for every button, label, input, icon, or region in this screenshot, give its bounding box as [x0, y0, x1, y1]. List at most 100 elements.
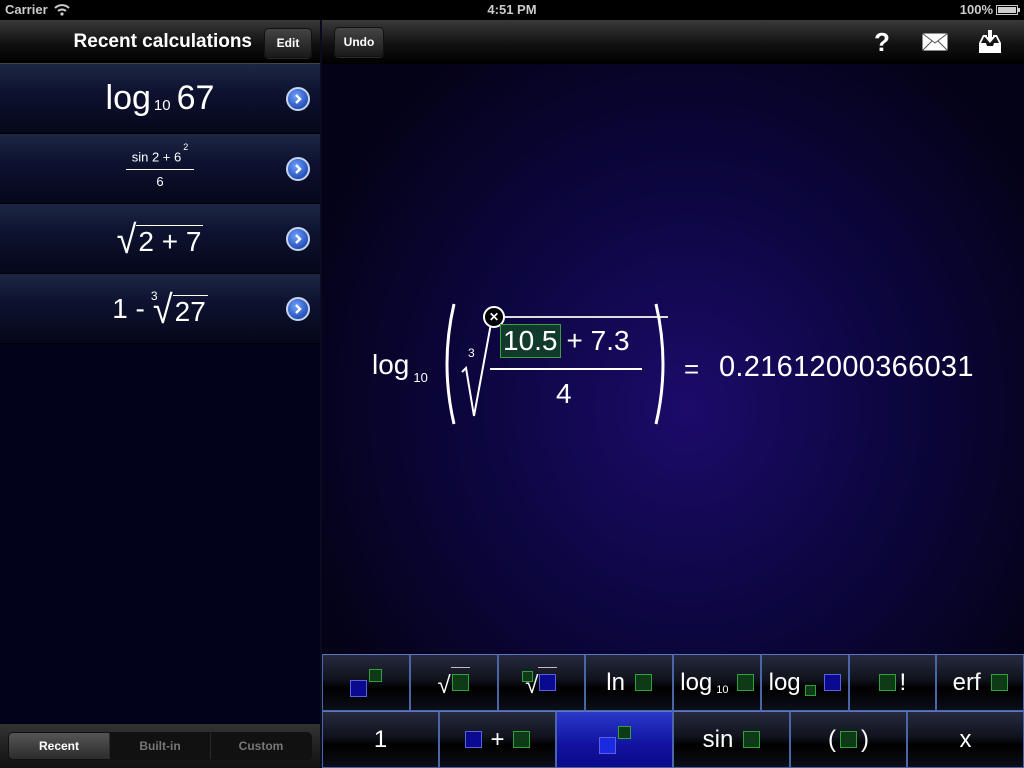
right-paren	[654, 303, 665, 425]
numerator-text: sin 2 + 6	[131, 149, 182, 165]
detail-disclosure-button[interactable]	[286, 157, 310, 181]
log-base: 10	[413, 370, 428, 385]
left-navbar: Recent calculations Edit	[0, 20, 320, 64]
arg-label: 67	[176, 79, 215, 117]
key-power[interactable]	[322, 654, 410, 711]
chevron-right-icon	[295, 164, 302, 174]
fraction-bar	[490, 368, 642, 370]
key-sin[interactable]: sin	[673, 711, 790, 768]
status-bar: Carrier 4:51 PM 100%	[0, 0, 1024, 20]
pane-title: Recent calculations	[73, 31, 252, 52]
key-label: !	[899, 668, 907, 696]
key-ln[interactable]: ln	[585, 654, 673, 711]
inbox-download-icon[interactable]	[975, 28, 1005, 56]
equals-sign: =	[684, 354, 700, 384]
key-log10[interactable]: log 10	[673, 654, 761, 711]
key-plus[interactable]: +	[439, 711, 556, 768]
exponent: 2	[183, 142, 189, 153]
nth-root: 3 √ 27	[151, 289, 208, 329]
battery-percent: 100%	[959, 2, 993, 17]
keypad-row-2: 1 + sin () x	[322, 711, 1024, 768]
main-toolbar: Undo ?	[322, 20, 1024, 64]
bottom-toolbar: Recent Built-in Custom	[0, 724, 320, 768]
chevron-right-icon	[295, 304, 302, 314]
radicand: 27	[172, 295, 208, 327]
battery-icon	[996, 4, 1020, 15]
key-parens[interactable]: ()	[790, 711, 907, 768]
battery: 100%	[959, 2, 1020, 17]
key-one[interactable]: 1	[322, 711, 439, 768]
edit-button[interactable]: Edit	[264, 28, 312, 58]
key-label: log	[768, 668, 801, 696]
formula-editor[interactable]: log 10 3 ✕ 10.5 + 7.3 4 = 0.2161200036603…	[372, 302, 992, 432]
recent-calculations-pane: Recent calculations Edit log 10 67 sin 2…	[0, 20, 320, 768]
detail-disclosure-button[interactable]	[286, 87, 310, 111]
prefix: 1 -	[112, 292, 145, 324]
placeholder-box	[512, 731, 530, 748]
log-function: log 10	[372, 349, 428, 385]
denominator[interactable]: 4	[556, 378, 572, 410]
key-log-base[interactable]: log	[760, 654, 849, 711]
placeholder-box	[990, 674, 1008, 691]
segment-built-in[interactable]: Built-in	[109, 733, 210, 759]
undo-button[interactable]: Undo	[334, 27, 384, 57]
key-label: log	[680, 668, 713, 696]
placeholder-box	[634, 674, 652, 691]
numerator: sin 2 + 62	[125, 142, 195, 170]
keypad-row-1: √ √ ln log 10 log ! erf	[322, 654, 1024, 711]
numerator: 10.5 + 7.3	[500, 324, 630, 358]
placeholder-box	[743, 731, 761, 748]
chevron-right-icon	[295, 234, 302, 244]
radical-overline	[494, 316, 668, 318]
segment-recent[interactable]: Recent	[9, 733, 109, 759]
key-label: +	[490, 725, 505, 753]
key-erf[interactable]: erf	[936, 654, 1024, 711]
sqrt-icon: √	[438, 667, 470, 698]
chevron-right-icon	[295, 94, 302, 104]
keypad: √ √ ln log 10 log ! erf 1 + sin () x	[322, 654, 1024, 768]
key-x[interactable]: x	[907, 711, 1024, 768]
nth-root-icon: √	[522, 667, 558, 698]
help-icon[interactable]: ?	[867, 27, 897, 57]
segment-custom[interactable]: Custom	[210, 733, 311, 759]
expression: sin 2 + 62 6	[0, 142, 320, 189]
expression: 1 - 3 √ 27	[0, 289, 320, 329]
key-label: sin	[702, 725, 734, 753]
key-label: x	[959, 725, 972, 753]
power-icon	[349, 668, 382, 697]
result-value: 0.21612000366031	[719, 351, 974, 383]
calculator-pane: Undo ? log 10 3 ✕ 10.5 + 7.3 4 = 0.216120…	[322, 20, 1024, 768]
denominator: 6	[156, 173, 164, 189]
base-label: 10	[153, 97, 171, 114]
recent-item-log[interactable]: log 10 67	[0, 64, 320, 134]
base-box	[804, 685, 816, 696]
detail-disclosure-button[interactable]	[286, 297, 310, 321]
mail-icon[interactable]	[920, 28, 950, 56]
selected-term[interactable]: 10.5	[500, 324, 561, 358]
recent-item-sqrt[interactable]: √ 2 + 7	[0, 204, 320, 274]
placeholder-box	[840, 731, 857, 748]
recent-item-cube-root[interactable]: 1 - 3 √ 27	[0, 274, 320, 344]
recent-item-fraction[interactable]: sin 2 + 62 6	[0, 134, 320, 204]
key-factorial[interactable]: !	[848, 654, 937, 711]
segmented-control: Recent Built-in Custom	[8, 732, 312, 760]
fraction: sin 2 + 62 6	[125, 142, 195, 189]
radicand: 2 + 7	[136, 225, 204, 257]
detail-disclosure-button[interactable]	[286, 227, 310, 251]
func-label: log	[105, 79, 151, 117]
radical-icon	[461, 317, 502, 417]
key-power-active[interactable]	[556, 711, 673, 768]
key-label: 1	[373, 725, 388, 753]
log-label: log	[372, 349, 410, 380]
key-label: ln	[606, 668, 625, 696]
key-sqrt[interactable]: √	[409, 654, 498, 711]
open-paren: (	[828, 725, 836, 753]
key-nth-root[interactable]: √	[497, 654, 586, 711]
expression: log 10 67	[0, 79, 320, 118]
square-root: √ 2 + 7	[117, 219, 204, 259]
clock: 4:51 PM	[487, 2, 537, 17]
numerator-rest[interactable]: + 7.3	[567, 325, 630, 357]
placeholder-box	[736, 674, 754, 691]
power-icon	[598, 725, 631, 754]
placeholder-box	[823, 674, 841, 691]
